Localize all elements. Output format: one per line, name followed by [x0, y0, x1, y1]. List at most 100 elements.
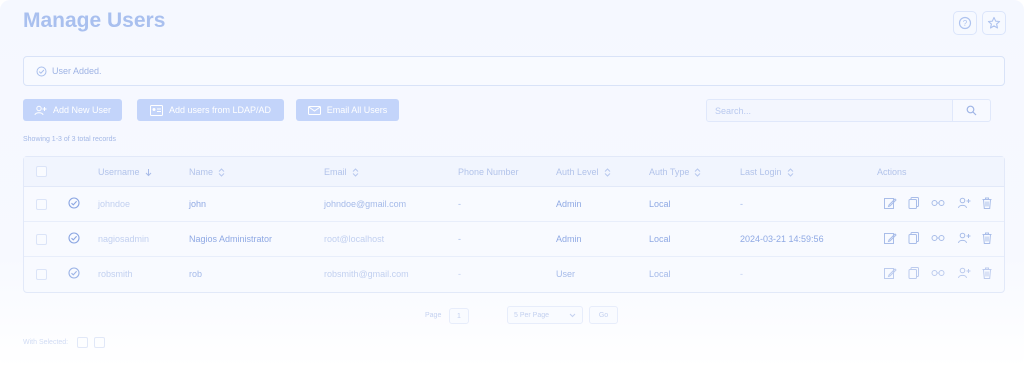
- search-button[interactable]: [952, 99, 991, 122]
- auth-type-cell: Local: [649, 234, 671, 244]
- auth-type-cell: Local: [649, 199, 671, 209]
- table-row: johndoe john johndoe@gmail.com - Admin L…: [24, 187, 1004, 222]
- auth-level-cell: User: [556, 269, 576, 279]
- svg-text:?: ?: [963, 19, 968, 28]
- add-ldap-users-button[interactable]: Add users from LDAP/AD: [137, 99, 284, 121]
- auth-level-cell: Admin: [556, 234, 582, 244]
- manage-users-page: Manage Users ? User Added. Add New User …: [0, 0, 1024, 368]
- table-row: robsmith rob robsmith@gmail.com - User L…: [24, 257, 1004, 292]
- trash-icon[interactable]: [980, 266, 994, 280]
- email-cell[interactable]: johndoe@gmail.com: [324, 199, 406, 209]
- masquerade-icon[interactable]: [931, 196, 945, 210]
- per-page-select[interactable]: 5 Per Page: [507, 306, 583, 324]
- user-add-icon[interactable]: [957, 196, 971, 210]
- actions-header-label: Actions: [877, 167, 907, 177]
- table-header: Username Name Email Phone Number Auth Le…: [24, 157, 1004, 187]
- row-checkbox[interactable]: [36, 269, 47, 280]
- edit-icon[interactable]: [883, 231, 897, 245]
- copy-icon[interactable]: [907, 196, 921, 210]
- row-checkbox[interactable]: [36, 234, 47, 245]
- chevron-down-icon: [569, 313, 576, 317]
- last-login-cell: -: [740, 269, 743, 279]
- go-button[interactable]: Go: [589, 306, 618, 324]
- add-ldap-label: Add users from LDAP/AD: [168, 105, 272, 115]
- enabled-check-icon: [68, 197, 80, 209]
- bulk-email-icon[interactable]: [94, 337, 105, 348]
- auth-level-header-label: Auth Level: [556, 167, 599, 177]
- email-all-label: Email All Users: [326, 105, 388, 115]
- username-header-label: Username: [98, 167, 140, 177]
- page-title: Manage Users: [23, 9, 166, 32]
- phone-cell: -: [458, 234, 461, 244]
- column-last-login[interactable]: Last Login: [740, 167, 794, 177]
- sort-icon: [787, 167, 793, 177]
- auth-type-header-label: Auth Type: [649, 167, 690, 177]
- email-cell[interactable]: robsmith@gmail.com: [324, 269, 409, 279]
- last-login-cell: -: [740, 199, 743, 209]
- user-add-icon[interactable]: [957, 266, 971, 280]
- name-cell: john: [189, 199, 207, 209]
- last-login-header-label: Last Login: [740, 167, 782, 177]
- name-header-label: Name: [189, 167, 214, 177]
- row-checkbox[interactable]: [36, 199, 47, 210]
- auth-level-cell: Admin: [556, 199, 582, 209]
- envelope-icon: [307, 105, 321, 115]
- name-cell: Nagios Administrator: [189, 234, 273, 244]
- table-row: nagiosadmin Nagios Administrator root@lo…: [24, 222, 1004, 257]
- check-circle-icon: [36, 66, 47, 76]
- per-page-value: 5 Per Page: [514, 311, 550, 319]
- sort-icon: [604, 167, 610, 177]
- help-icon[interactable]: ?: [953, 11, 977, 35]
- column-auth-level[interactable]: Auth Level: [556, 167, 611, 177]
- masquerade-icon[interactable]: [931, 231, 945, 245]
- trash-icon[interactable]: [980, 231, 994, 245]
- sort-icon: [218, 167, 225, 177]
- name-cell: rob: [189, 269, 203, 279]
- with-selected-label: With Selected:: [23, 339, 69, 346]
- directory-icon: [149, 104, 163, 116]
- page-number-input[interactable]: 1: [449, 308, 469, 324]
- column-username[interactable]: Username: [98, 167, 152, 177]
- column-email[interactable]: Email: [324, 167, 359, 177]
- select-all-checkbox[interactable]: [36, 166, 47, 177]
- email-all-users-button[interactable]: Email All Users: [296, 99, 399, 121]
- phone-cell: -: [458, 269, 461, 279]
- column-phone: Phone Number: [458, 167, 519, 177]
- email-header-label: Email: [324, 167, 347, 177]
- bulk-delete-icon[interactable]: [77, 337, 88, 348]
- success-alert: User Added.: [23, 56, 1005, 86]
- enabled-check-icon: [68, 267, 80, 279]
- last-login-cell: 2024-03-21 14:59:56: [740, 234, 824, 244]
- add-new-user-button[interactable]: Add New User: [23, 99, 122, 121]
- edit-icon[interactable]: [883, 266, 897, 280]
- user-add-icon[interactable]: [957, 231, 971, 245]
- column-name[interactable]: Name: [189, 167, 225, 177]
- users-table: Username Name Email Phone Number Auth Le…: [23, 156, 1005, 293]
- copy-icon[interactable]: [907, 231, 921, 245]
- enabled-check-icon: [68, 232, 80, 244]
- records-count: Showing 1-3 of 3 total records: [23, 136, 116, 143]
- masquerade-icon[interactable]: [931, 266, 945, 280]
- page-label: Page: [425, 312, 442, 319]
- auth-type-cell: Local: [649, 269, 671, 279]
- sort-icon: [352, 167, 358, 177]
- phone-cell: -: [458, 199, 461, 209]
- username-cell[interactable]: robsmith: [98, 269, 133, 279]
- search-input[interactable]: [706, 99, 953, 122]
- trash-icon[interactable]: [980, 196, 994, 210]
- email-cell[interactable]: root@localhost: [324, 234, 384, 244]
- add-user-icon: [34, 105, 47, 115]
- phone-header-label: Phone Number: [458, 167, 519, 177]
- search-icon: [966, 105, 977, 116]
- search-bar: [706, 99, 991, 122]
- alert-message: User Added.: [52, 66, 102, 76]
- copy-icon[interactable]: [907, 266, 921, 280]
- add-new-user-label: Add New User: [52, 105, 112, 115]
- column-auth-type[interactable]: Auth Type: [649, 167, 701, 177]
- star-icon[interactable]: [982, 11, 1006, 35]
- sort-icon: [695, 167, 701, 177]
- edit-icon[interactable]: [883, 196, 897, 210]
- column-actions: Actions: [877, 167, 907, 177]
- username-cell[interactable]: johndoe: [98, 199, 130, 209]
- username-cell[interactable]: nagiosadmin: [98, 234, 149, 244]
